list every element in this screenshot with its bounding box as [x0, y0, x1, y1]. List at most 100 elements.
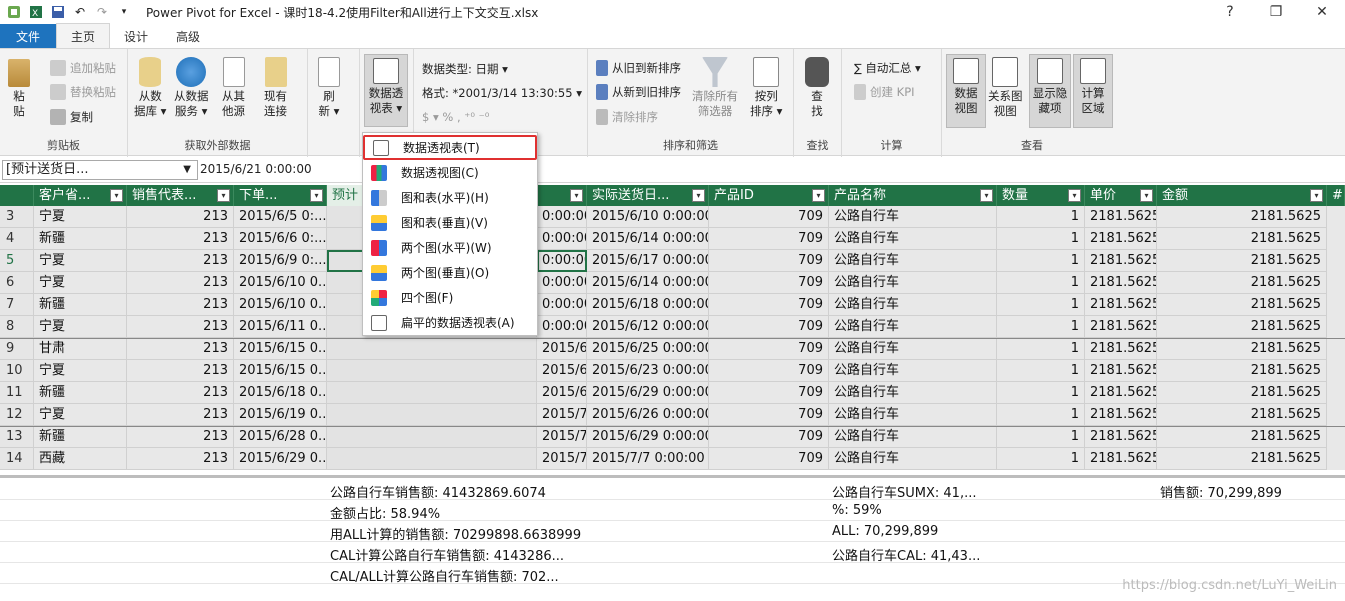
table-cell[interactable]: 1	[997, 228, 1085, 250]
table-cell[interactable]: 2015/7/10 0:00:00	[537, 426, 587, 448]
table-cell[interactable]: 2015/6/11 0...	[234, 316, 327, 338]
help-button[interactable]: ?	[1207, 0, 1253, 24]
chevron-down-icon[interactable]: ▼	[183, 161, 191, 179]
table-cell[interactable]: 2181.5625	[1157, 228, 1327, 250]
row-number[interactable]: 13	[0, 426, 34, 448]
table-cell[interactable]: 709	[709, 206, 829, 228]
row-number[interactable]: 3	[0, 206, 34, 228]
table-cell[interactable]: 2015/6/27 0:00:00	[537, 338, 587, 360]
table-cell[interactable]: 213	[127, 316, 234, 338]
table-cell[interactable]: 2015/6/17 0:00:00	[587, 250, 709, 272]
table-cell[interactable]: 2181.5625	[1085, 382, 1157, 404]
filter-dropdown-icon[interactable]: ▾	[980, 189, 993, 202]
find-button[interactable]: 查 找	[805, 57, 829, 119]
sort-new-to-old-button[interactable]: 从新到旧排序	[596, 82, 681, 102]
table-cell[interactable]: 1	[997, 316, 1085, 338]
filter-dropdown-icon[interactable]: ▾	[217, 189, 230, 202]
table-cell[interactable]: 新疆	[34, 426, 127, 448]
table-cell[interactable]: 2015/6/29 0...	[234, 448, 327, 470]
measure-cell[interactable]: CAL计算公路自行车销售额: 4143286...	[330, 545, 564, 564]
table-cell[interactable]: 213	[127, 404, 234, 426]
table-cell[interactable]: 2015/6/10 0...	[234, 272, 327, 294]
table-cell[interactable]: 2181.5625	[1157, 338, 1327, 360]
paste-button[interactable]: 粘 贴	[8, 59, 30, 119]
table-cell[interactable]: 2015/7/11 0:00:00	[537, 448, 587, 470]
autosum-button[interactable]: ∑ 自动汇总 ▾	[854, 58, 921, 78]
row-number[interactable]: 7	[0, 294, 34, 316]
row-number[interactable]: 10	[0, 360, 34, 382]
row-number[interactable]: 14	[0, 448, 34, 470]
table-cell[interactable]: 宁夏	[34, 404, 127, 426]
redo-icon[interactable]: ↷	[94, 4, 110, 20]
table-cell[interactable]: 213	[127, 228, 234, 250]
tab-home[interactable]: 主页	[56, 23, 111, 48]
table-cell[interactable]: 2015/6/18 0...	[234, 382, 327, 404]
table-cell[interactable]: 公路自行车	[829, 426, 997, 448]
table-cell[interactable]: 213	[127, 272, 234, 294]
format-dropdown[interactable]: 格式: *2001/3/14 13:30:55 ▾	[422, 83, 582, 103]
table-cell[interactable]	[327, 448, 537, 470]
table-cell[interactable]: 2181.5625	[1085, 338, 1157, 360]
filter-dropdown-icon[interactable]: ▾	[692, 189, 705, 202]
restore-button[interactable]: ❐	[1253, 0, 1299, 24]
table-cell[interactable]: 2181.5625	[1085, 426, 1157, 448]
table-cell[interactable]: 2015/6/10 0:00:00	[587, 206, 709, 228]
table-cell[interactable]: 2181.5625	[1157, 272, 1327, 294]
sort-old-to-new-button[interactable]: 从旧到新排序	[596, 58, 681, 78]
refresh-button[interactable]: 刷 新 ▾	[318, 57, 340, 119]
filter-dropdown-icon[interactable]: ▾	[812, 189, 825, 202]
row-number[interactable]: 9	[0, 338, 34, 360]
table-cell[interactable]: 1	[997, 250, 1085, 272]
table-cell[interactable]: 1	[997, 382, 1085, 404]
measure-cell[interactable]: 公路自行车CAL: 41,43...	[832, 545, 980, 564]
table-cell[interactable]: 709	[709, 272, 829, 294]
save-icon[interactable]	[50, 4, 66, 20]
measure-cell[interactable]: 公路自行车销售额: 41432869.6074	[330, 482, 546, 501]
row-number[interactable]: 12	[0, 404, 34, 426]
table-cell[interactable]: 宁夏	[34, 250, 127, 272]
measure-cell[interactable]: CAL/ALL计算公路自行车销售额: 702...	[330, 566, 559, 585]
menu-item-two-charts-vertical[interactable]: 两个图(垂直)(O)	[363, 260, 537, 285]
table-cell[interactable]: 2181.5625	[1157, 316, 1327, 338]
table-cell[interactable]: 213	[127, 250, 234, 272]
filter-dropdown-icon[interactable]: ▾	[110, 189, 123, 202]
table-cell[interactable]: 西藏	[34, 448, 127, 470]
table-cell[interactable]: 2015/6/15 0...	[234, 360, 327, 382]
menu-item-two-charts-horizontal[interactable]: 两个图(水平)(W)	[363, 235, 537, 260]
table-cell[interactable]: 2181.5625	[1085, 250, 1157, 272]
menu-item-pivotchart[interactable]: 数据透视图(C)	[363, 160, 537, 185]
table-cell[interactable]: 1	[997, 338, 1085, 360]
row-number[interactable]: 11	[0, 382, 34, 404]
measure-cell[interactable]: %: 59%	[832, 503, 882, 518]
column-header[interactable]: 数量 ▾	[997, 185, 1085, 206]
table-cell[interactable]: 宁夏	[34, 360, 127, 382]
table-cell[interactable]: 公路自行车	[829, 206, 997, 228]
table-cell[interactable]: 2015/7/1 0:00:00	[537, 404, 587, 426]
table-cell[interactable]: 2015/6/28 0...	[234, 426, 327, 448]
formula-value[interactable]: 2015/6/21 0:00:00	[200, 162, 312, 176]
table-cell[interactable]: 2015/6/25 0:00:00	[587, 338, 709, 360]
table-cell[interactable]: 709	[709, 360, 829, 382]
name-box[interactable]: [预计送货日... ▼	[2, 160, 198, 180]
table-cell[interactable]: 2181.5625	[1157, 448, 1327, 470]
table-cell[interactable]: 0:00:00	[537, 228, 587, 250]
table-cell[interactable]: 2015/6/23 0:00:00	[587, 360, 709, 382]
column-header[interactable]: 单价 ▾	[1085, 185, 1157, 206]
table-cell[interactable]: 213	[127, 206, 234, 228]
create-kpi-button[interactable]: 创建 KPI	[854, 82, 915, 102]
table-cell[interactable]: 2015/6/19 0...	[234, 404, 327, 426]
table-cell[interactable]: 2181.5625	[1157, 404, 1327, 426]
table-cell[interactable]: 709	[709, 250, 829, 272]
measure-cell[interactable]: 用ALL计算的销售额: 70299898.6638999	[330, 524, 581, 543]
from-other-sources-button[interactable]: 从其 他源	[222, 57, 245, 119]
table-cell[interactable]: 2181.5625	[1157, 206, 1327, 228]
copy-button[interactable]: 复制	[50, 107, 93, 127]
table-cell[interactable]: 2015/6/6 0:...	[234, 228, 327, 250]
table-cell[interactable]: 1	[997, 272, 1085, 294]
table-cell[interactable]	[327, 382, 537, 404]
table-cell[interactable]: 1	[997, 206, 1085, 228]
column-header[interactable]: 销售代表... ▾	[127, 185, 234, 206]
diagram-view-button[interactable]: 关系图 视图	[988, 57, 1023, 119]
append-paste-button[interactable]: 追加粘贴	[50, 58, 116, 78]
tab-design[interactable]: 设计	[110, 24, 162, 48]
